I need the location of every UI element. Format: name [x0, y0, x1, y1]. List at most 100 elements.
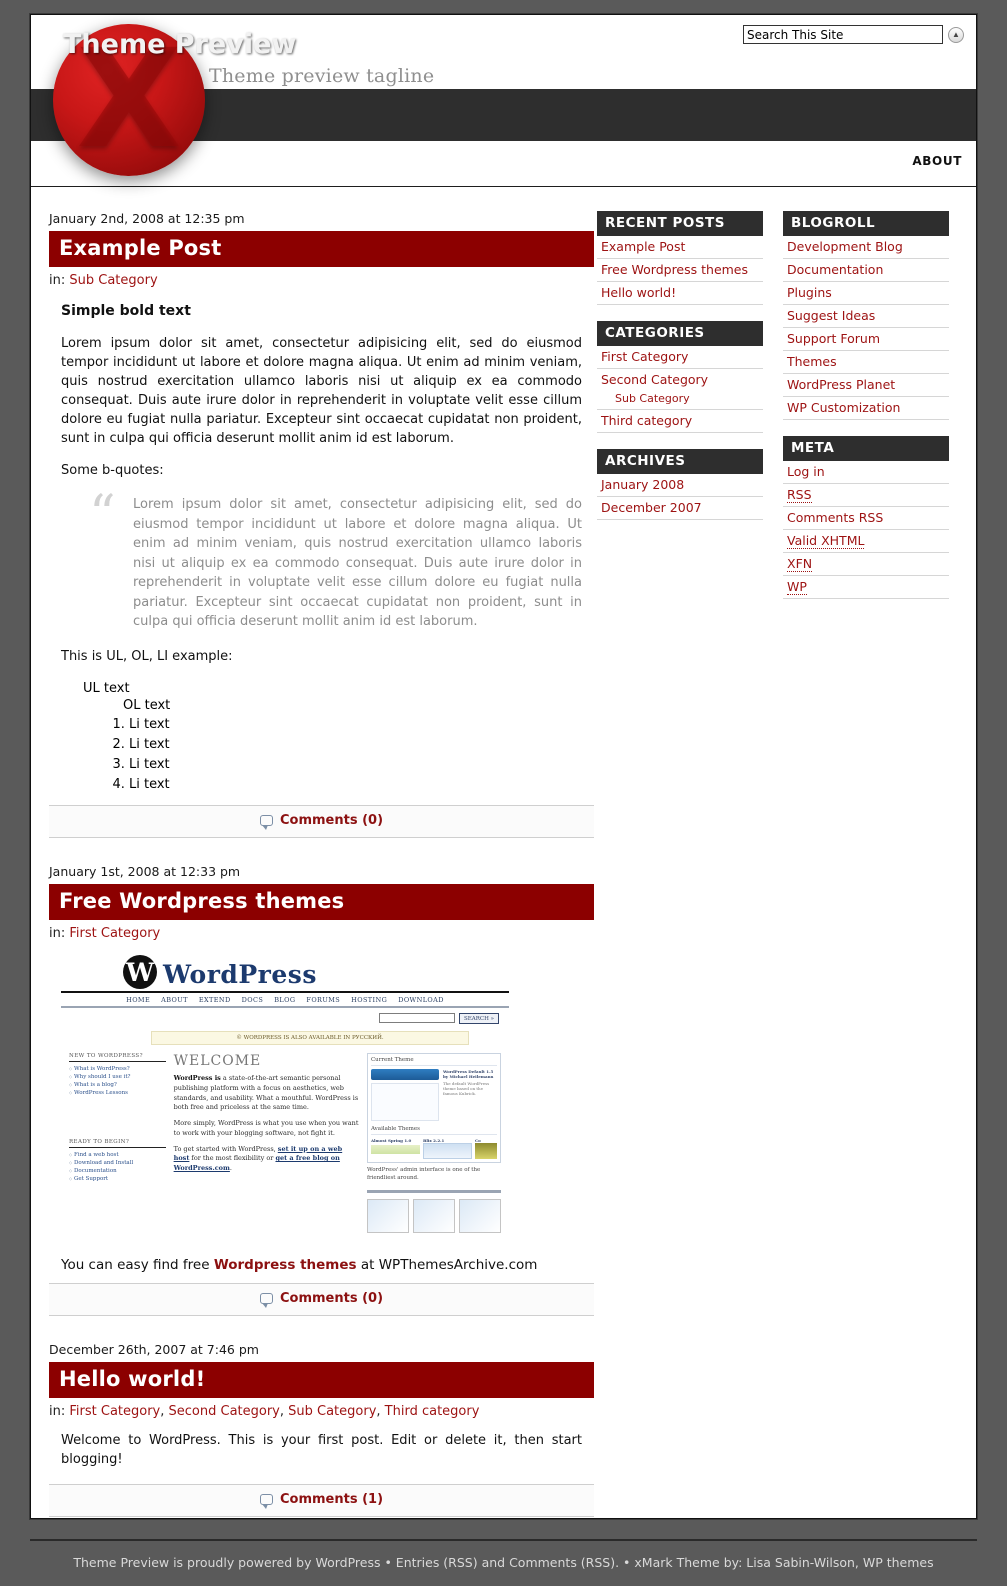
- screenshot-link[interactable]: Get Support: [69, 1175, 166, 1183]
- screenshot-text: To get started with WordPress,: [173, 1144, 278, 1153]
- list-item: WP Customization: [783, 397, 949, 420]
- sidebar-link[interactable]: Second Category: [601, 372, 708, 387]
- screenshot-nav-item[interactable]: DOWNLOAD: [398, 996, 444, 1004]
- category-link[interactable]: First Category: [69, 1404, 160, 1419]
- widget-list: January 2008 December 2007: [597, 474, 763, 520]
- widget-title: BLOGROLL: [783, 211, 949, 236]
- post-title[interactable]: Example Post: [49, 231, 594, 267]
- screenshot-card: [412, 1199, 455, 1234]
- sidebar-link[interactable]: Hello world!: [601, 285, 676, 300]
- screenshot-paragraph-bold: WordPress is: [173, 1074, 221, 1083]
- sidebar-link[interactable]: December 2007: [601, 500, 702, 515]
- sidebar-link[interactable]: Suggest Ideas: [787, 308, 875, 323]
- nav-item-about[interactable]: ABOUT: [912, 154, 962, 168]
- list-item: Suggest Ideas: [783, 305, 949, 328]
- post-title[interactable]: Hello world!: [49, 1362, 594, 1399]
- list-item: XFN: [783, 553, 949, 576]
- comments-link[interactable]: Comments (0): [259, 1291, 383, 1309]
- screenshot-box-title: NEW TO WORDPRESS?: [69, 1053, 166, 1063]
- widget-blogroll: BLOGROLL Development Blog Documentation …: [783, 211, 949, 420]
- ol-text: OL text: [123, 697, 171, 713]
- sidebar-link[interactable]: Documentation: [787, 262, 883, 277]
- sidebar-link[interactable]: First Category: [601, 349, 688, 364]
- category-link[interactable]: Third category: [385, 1404, 480, 1419]
- comments-link[interactable]: Comments (0): [259, 813, 383, 831]
- footer-divider: [30, 1539, 977, 1541]
- screenshot-theme-thumb: [422, 1143, 472, 1160]
- ordered-list: Li text Li text Li text Li text: [61, 715, 582, 796]
- sidebar-link[interactable]: Plugins: [787, 285, 832, 300]
- screenshot-nav-item[interactable]: DOCS: [242, 996, 264, 1004]
- widget-categories: CATEGORIES First Category Second Categor…: [597, 321, 763, 433]
- category-link[interactable]: Second Category: [169, 1404, 280, 1419]
- site-title[interactable]: Theme Preview: [63, 29, 296, 60]
- widget-list: First Category Second Category Sub Categ…: [597, 346, 763, 433]
- screenshot-brand: W WordPress: [61, 951, 509, 990]
- post-categories: in: Sub Category: [49, 273, 594, 288]
- sidebar-link[interactable]: Example Post: [601, 239, 685, 254]
- screenshot-nav-item[interactable]: ABOUT: [161, 996, 188, 1004]
- screenshot-paragraph: WordPress is a state-of-the-art semantic…: [174, 1074, 359, 1113]
- sidebar-link[interactable]: XFN: [787, 556, 813, 572]
- screenshot-link[interactable]: What is a blog?: [69, 1081, 166, 1089]
- list-item: Comments RSS: [783, 507, 949, 530]
- screenshot-nav-item[interactable]: HOME: [126, 996, 150, 1004]
- search-input[interactable]: [743, 25, 943, 44]
- sidebar-link[interactable]: WordPress Planet: [787, 377, 895, 392]
- category-link[interactable]: Sub Category: [288, 1404, 376, 1419]
- sidebar-link[interactable]: Development Blog: [787, 239, 903, 254]
- screenshot-nav-item[interactable]: BLOG: [274, 996, 295, 1004]
- screenshot-nav-item[interactable]: HOSTING: [351, 996, 387, 1004]
- post-categories: in: First Category, Second Category, Sub…: [49, 1404, 480, 1420]
- sidebar-link[interactable]: Sub Category: [615, 392, 690, 405]
- post-free-wordpress-themes: January 1st, 2008 at 12:33 pm Free Wordp…: [49, 864, 594, 1317]
- sidebar-link[interactable]: RSS: [787, 487, 812, 503]
- sidebar-link[interactable]: WP Customization: [787, 400, 900, 415]
- category-link[interactable]: Sub Category: [69, 273, 157, 288]
- site-footer: Theme Preview is proudly powered by Word…: [0, 1533, 1007, 1586]
- screenshot-paragraph: To get started with WordPress, set it up…: [174, 1145, 359, 1174]
- screenshot-search-input[interactable]: [378, 1013, 455, 1024]
- wordpress-logo-icon: W: [123, 955, 157, 990]
- screenshot-link[interactable]: WordPress Lessons: [69, 1089, 166, 1097]
- post-title[interactable]: Free Wordpress themes: [49, 884, 594, 921]
- sidebar-link[interactable]: Comments RSS: [787, 510, 883, 525]
- screenshot-link[interactable]: Download and Install: [69, 1159, 166, 1167]
- screenshot-caption: WordPress' admin interface is one of the…: [366, 1167, 481, 1181]
- search-submit-button[interactable]: ▲: [948, 26, 964, 43]
- screenshot-panel-available: Available Themes: [370, 1126, 497, 1136]
- screenshot-search-button[interactable]: SEARCH »: [458, 1013, 499, 1025]
- post-categories-prefix: in:: [49, 273, 70, 288]
- footer-credit: Theme Preview is proudly powered by Word…: [73, 1555, 934, 1570]
- category-link[interactable]: First Category: [69, 926, 160, 941]
- screenshot-nav-item[interactable]: FORUMS: [306, 996, 340, 1004]
- sidebar-link[interactable]: Themes: [787, 354, 837, 369]
- comments-link[interactable]: Comments (1): [259, 1492, 383, 1510]
- screenshot-text: for the most flexibility or: [189, 1154, 276, 1163]
- post-paragraph: Lorem ipsum dolor sit amet, consectetur …: [61, 336, 582, 446]
- list-item-sub: Sub Category: [597, 388, 763, 410]
- sidebar-link[interactable]: Free Wordpress themes: [601, 262, 748, 277]
- list-item: Plugins: [783, 282, 949, 305]
- list-item: Li text: [129, 755, 582, 775]
- screenshot-theme-thumbs: Almost Spring 1.0 Blix 2.2.1 Co: [370, 1138, 497, 1160]
- sidebar-link[interactable]: Third category: [601, 413, 692, 428]
- screenshot-theme-panel: Current Theme WordPress Default 1.5 by M…: [366, 1053, 501, 1164]
- list-item: Themes: [783, 351, 949, 374]
- sidebar-link[interactable]: January 2008: [601, 477, 684, 492]
- sidebar-link[interactable]: Support Forum: [787, 331, 880, 346]
- wordpress-org-screenshot[interactable]: W WordPress HOME ABOUT EXTEND DOCS BLOG …: [61, 951, 509, 1244]
- screenshot-link[interactable]: What is WordPress?: [69, 1065, 166, 1073]
- sidebar-link[interactable]: Log in: [787, 464, 825, 479]
- screenshot-link[interactable]: Documentation: [69, 1167, 166, 1175]
- screenshot-link[interactable]: Why should I use it?: [69, 1073, 166, 1081]
- widget-recent-posts: RECENT POSTS Example Post Free Wordpress…: [597, 211, 763, 305]
- screenshot-nav-item[interactable]: EXTEND: [199, 996, 231, 1004]
- sidebar-link[interactable]: Valid XHTML: [787, 533, 865, 549]
- screenshot-link[interactable]: Find a web host: [69, 1151, 166, 1159]
- sidebar-link[interactable]: WP: [787, 579, 807, 595]
- caption-bold: Wordpress themes: [213, 1257, 357, 1274]
- post-example-post: January 2nd, 2008 at 12:35 pm Example Po…: [49, 211, 594, 839]
- post-bold-line: Simple bold text: [61, 303, 191, 319]
- screenshot-box-title: READY TO BEGIN?: [69, 1139, 166, 1149]
